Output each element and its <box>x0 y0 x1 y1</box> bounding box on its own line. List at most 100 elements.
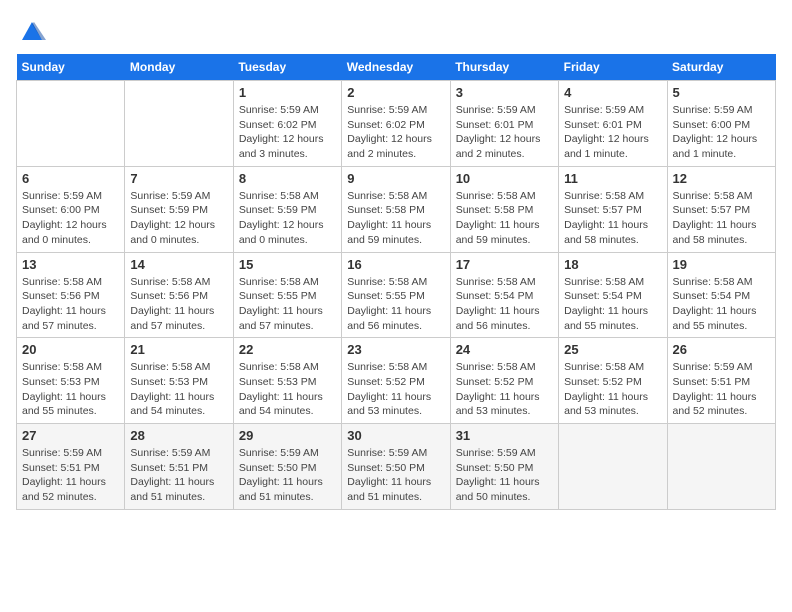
calendar-cell: 13 Sunrise: 5:58 AM Sunset: 5:56 PM Dayli… <box>17 252 125 338</box>
day-info: Sunrise: 5:58 AM Sunset: 5:56 PM Dayligh… <box>130 275 227 334</box>
day-info: Sunrise: 5:58 AM Sunset: 5:52 PM Dayligh… <box>347 360 444 419</box>
day-info: Sunrise: 5:58 AM Sunset: 5:58 PM Dayligh… <box>347 189 444 248</box>
calendar-cell: 20 Sunrise: 5:58 AM Sunset: 5:53 PM Dayli… <box>17 338 125 424</box>
day-number: 21 <box>130 342 227 357</box>
column-header-monday: Monday <box>125 54 233 81</box>
day-info: Sunrise: 5:58 AM Sunset: 5:54 PM Dayligh… <box>456 275 553 334</box>
day-number: 2 <box>347 85 444 100</box>
calendar-week-4: 27Sunrise: 5:59 AM Sunset: 5:51 PM Dayli… <box>17 424 776 510</box>
day-info: Sunrise: 5:58 AM Sunset: 5:52 PM Dayligh… <box>456 360 553 419</box>
day-number: 25 <box>564 342 661 357</box>
calendar-cell: 2Sunrise: 5:59 AM Sunset: 6:02 PM Daylig… <box>342 81 450 167</box>
day-info: Sunrise: 5:58 AM Sunset: 5:53 PM Dayligh… <box>130 360 227 419</box>
calendar-cell <box>17 81 125 167</box>
day-info: Sunrise: 5:59 AM Sunset: 6:01 PM Dayligh… <box>564 103 661 162</box>
calendar-cell <box>667 424 775 510</box>
day-info: Sunrise: 5:59 AM Sunset: 6:01 PM Dayligh… <box>456 103 553 162</box>
calendar-table: SundayMondayTuesdayWednesdayThursdayFrid… <box>16 54 776 510</box>
calendar-cell: 28 Sunrise: 5:59 AM Sunset: 5:51 PM Dayli… <box>125 424 233 510</box>
day-number: 14 <box>130 257 227 272</box>
logo-icon <box>18 16 46 44</box>
day-info: Sunrise: 5:59 AM Sunset: 5:50 PM Dayligh… <box>239 446 336 505</box>
calendar-cell: 29 Sunrise: 5:59 AM Sunset: 5:50 PM Dayli… <box>233 424 341 510</box>
calendar-cell: 12 Sunrise: 5:58 AM Sunset: 5:57 PM Dayli… <box>667 166 775 252</box>
day-info: Sunrise: 5:59 AM Sunset: 5:50 PM Dayligh… <box>347 446 444 505</box>
day-number: 1 <box>239 85 336 100</box>
day-number: 15 <box>239 257 336 272</box>
day-number: 5 <box>673 85 770 100</box>
calendar-cell: 16 Sunrise: 5:58 AM Sunset: 5:55 PM Dayli… <box>342 252 450 338</box>
day-number: 28 <box>130 428 227 443</box>
column-header-friday: Friday <box>559 54 667 81</box>
day-info: Sunrise: 5:59 AM Sunset: 5:51 PM Dayligh… <box>673 360 770 419</box>
day-number: 22 <box>239 342 336 357</box>
calendar-cell: 22Sunrise: 5:58 AM Sunset: 5:53 PM Dayli… <box>233 338 341 424</box>
day-number: 11 <box>564 171 661 186</box>
calendar-week-3: 20 Sunrise: 5:58 AM Sunset: 5:53 PM Dayli… <box>17 338 776 424</box>
calendar-cell: 23 Sunrise: 5:58 AM Sunset: 5:52 PM Dayli… <box>342 338 450 424</box>
day-number: 7 <box>130 171 227 186</box>
calendar-cell: 10 Sunrise: 5:58 AM Sunset: 5:58 PM Dayli… <box>450 166 558 252</box>
day-info: Sunrise: 5:58 AM Sunset: 5:57 PM Dayligh… <box>673 189 770 248</box>
day-info: Sunrise: 5:58 AM Sunset: 5:57 PM Dayligh… <box>564 189 661 248</box>
calendar-cell: 8 Sunrise: 5:58 AM Sunset: 5:59 PM Daylig… <box>233 166 341 252</box>
day-info: Sunrise: 5:59 AM Sunset: 5:50 PM Dayligh… <box>456 446 553 505</box>
calendar-header-row: SundayMondayTuesdayWednesdayThursdayFrid… <box>17 54 776 81</box>
column-header-tuesday: Tuesday <box>233 54 341 81</box>
day-info: Sunrise: 5:59 AM Sunset: 5:51 PM Dayligh… <box>130 446 227 505</box>
calendar-cell: 11 Sunrise: 5:58 AM Sunset: 5:57 PM Dayli… <box>559 166 667 252</box>
day-info: Sunrise: 5:59 AM Sunset: 6:00 PM Dayligh… <box>673 103 770 162</box>
calendar-body: 1Sunrise: 5:59 AM Sunset: 6:02 PM Daylig… <box>17 81 776 510</box>
calendar-cell: 19 Sunrise: 5:58 AM Sunset: 5:54 PM Dayli… <box>667 252 775 338</box>
day-info: Sunrise: 5:58 AM Sunset: 5:54 PM Dayligh… <box>564 275 661 334</box>
day-number: 13 <box>22 257 119 272</box>
calendar-cell: 17Sunrise: 5:58 AM Sunset: 5:54 PM Dayli… <box>450 252 558 338</box>
calendar-cell: 30Sunrise: 5:59 AM Sunset: 5:50 PM Dayli… <box>342 424 450 510</box>
column-header-sunday: Sunday <box>17 54 125 81</box>
day-number: 19 <box>673 257 770 272</box>
day-number: 23 <box>347 342 444 357</box>
day-number: 31 <box>456 428 553 443</box>
column-header-thursday: Thursday <box>450 54 558 81</box>
calendar-cell: 4Sunrise: 5:59 AM Sunset: 6:01 PM Daylig… <box>559 81 667 167</box>
day-number: 6 <box>22 171 119 186</box>
day-number: 3 <box>456 85 553 100</box>
day-info: Sunrise: 5:58 AM Sunset: 5:58 PM Dayligh… <box>456 189 553 248</box>
calendar-cell: 25Sunrise: 5:58 AM Sunset: 5:52 PM Dayli… <box>559 338 667 424</box>
calendar-week-2: 13 Sunrise: 5:58 AM Sunset: 5:56 PM Dayli… <box>17 252 776 338</box>
day-number: 18 <box>564 257 661 272</box>
day-number: 26 <box>673 342 770 357</box>
calendar-cell: 14 Sunrise: 5:58 AM Sunset: 5:56 PM Dayli… <box>125 252 233 338</box>
day-info: Sunrise: 5:59 AM Sunset: 6:00 PM Dayligh… <box>22 189 119 248</box>
column-header-wednesday: Wednesday <box>342 54 450 81</box>
calendar-cell <box>559 424 667 510</box>
day-info: Sunrise: 5:58 AM Sunset: 5:53 PM Dayligh… <box>22 360 119 419</box>
calendar-cell: 6 Sunrise: 5:59 AM Sunset: 6:00 PM Daylig… <box>17 166 125 252</box>
day-number: 8 <box>239 171 336 186</box>
calendar-cell: 24 Sunrise: 5:58 AM Sunset: 5:52 PM Dayli… <box>450 338 558 424</box>
calendar-cell: 7Sunrise: 5:59 AM Sunset: 5:59 PM Daylig… <box>125 166 233 252</box>
calendar-cell: 15Sunrise: 5:58 AM Sunset: 5:55 PM Dayli… <box>233 252 341 338</box>
calendar-cell: 9 Sunrise: 5:58 AM Sunset: 5:58 PM Daylig… <box>342 166 450 252</box>
day-number: 10 <box>456 171 553 186</box>
calendar-cell: 26 Sunrise: 5:59 AM Sunset: 5:51 PM Dayli… <box>667 338 775 424</box>
day-number: 24 <box>456 342 553 357</box>
day-info: Sunrise: 5:58 AM Sunset: 5:54 PM Dayligh… <box>673 275 770 334</box>
day-info: Sunrise: 5:58 AM Sunset: 5:56 PM Dayligh… <box>22 275 119 334</box>
calendar-cell: 1Sunrise: 5:59 AM Sunset: 6:02 PM Daylig… <box>233 81 341 167</box>
day-number: 16 <box>347 257 444 272</box>
day-number: 12 <box>673 171 770 186</box>
day-info: Sunrise: 5:58 AM Sunset: 5:59 PM Dayligh… <box>239 189 336 248</box>
day-number: 9 <box>347 171 444 186</box>
calendar-cell: 21 Sunrise: 5:58 AM Sunset: 5:53 PM Dayli… <box>125 338 233 424</box>
day-number: 20 <box>22 342 119 357</box>
column-header-saturday: Saturday <box>667 54 775 81</box>
day-info: Sunrise: 5:58 AM Sunset: 5:55 PM Dayligh… <box>347 275 444 334</box>
day-number: 29 <box>239 428 336 443</box>
day-info: Sunrise: 5:59 AM Sunset: 5:51 PM Dayligh… <box>22 446 119 505</box>
calendar-week-1: 6 Sunrise: 5:59 AM Sunset: 6:00 PM Daylig… <box>17 166 776 252</box>
calendar-cell: 18 Sunrise: 5:58 AM Sunset: 5:54 PM Dayli… <box>559 252 667 338</box>
logo <box>16 16 46 44</box>
calendar-cell: 5 Sunrise: 5:59 AM Sunset: 6:00 PM Daylig… <box>667 81 775 167</box>
calendar-cell: 3 Sunrise: 5:59 AM Sunset: 6:01 PM Daylig… <box>450 81 558 167</box>
